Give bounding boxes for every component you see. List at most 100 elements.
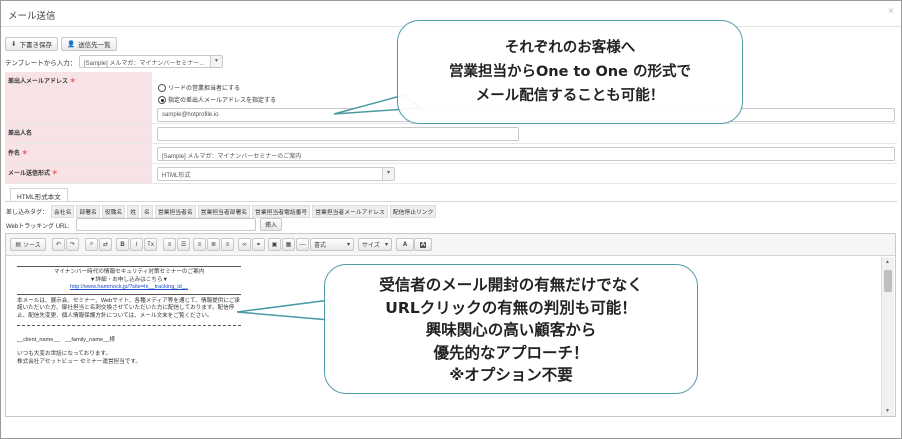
merge-tags-bar: 差し込みタグ： 会社名 部署名 役職名 姓 名 営業担当者名 営業担当者部署名 …	[6, 205, 438, 218]
align-left-icon[interactable]: ≡	[193, 238, 206, 251]
callout-bottom-line: 興味関心の高い顧客から	[425, 321, 597, 339]
close-icon[interactable]: ×	[888, 6, 894, 17]
web-tracking-input[interactable]	[76, 218, 256, 231]
recipients-list-label: 送信先一覧	[78, 42, 111, 49]
bg-color-button[interactable]: A	[414, 238, 432, 251]
source-button[interactable]: ▤ ソース	[10, 238, 46, 251]
required-mark: ＊	[21, 151, 28, 157]
unlink-icon[interactable]: ⚭	[252, 238, 265, 251]
sender-name-row: 差出人名	[5, 124, 897, 144]
radio-owner[interactable]	[158, 84, 166, 92]
mail-para: 本メールは、展示会、セミナー、Webサイト、各種メディア等を通じて、情報提供にご…	[17, 297, 241, 319]
scroll-down-icon[interactable]: ▼	[885, 408, 890, 414]
callout-top-line: それぞれのお客様へ	[504, 40, 636, 56]
format-select[interactable]: HTML形式 ▾	[157, 167, 395, 181]
callout-top-line: 営業担当からOne to One の形式で	[448, 64, 691, 80]
merge-tag-button[interactable]: 配信停止リンク	[389, 205, 437, 218]
divider	[17, 324, 241, 326]
merge-tag-button[interactable]: 姓	[127, 205, 140, 218]
format-dropdown-label: 書式	[314, 243, 327, 249]
template-select[interactable]: [Sample] メルマガ：マイナンバーセミナー... ▾	[79, 55, 223, 68]
insert-button-label: 挿入	[265, 223, 278, 229]
subject-label: 件名 ＊	[5, 144, 152, 163]
text-color-button[interactable]: A	[396, 238, 414, 251]
format-label: メール送信形式 ＊	[5, 164, 152, 183]
tab-html-body[interactable]: HTML形式本文	[10, 188, 68, 201]
source-label: ソース	[22, 243, 41, 249]
align-center-icon[interactable]: ≣	[207, 238, 220, 251]
size-dropdown[interactable]: サイズ ▾	[358, 238, 392, 251]
required-mark: ＊	[69, 79, 76, 85]
horizontal-rule-icon[interactable]: —	[296, 238, 309, 251]
editor-toolbar: ▤ ソース ↶ ↷ ⌕ ⇄ B I Tx ≡ ☰ ≡ ≣ ≡ ∞ ⚭ ▣ ▦ —…	[6, 234, 895, 256]
find-icon[interactable]: ⌕	[85, 238, 98, 251]
image-icon[interactable]: ▣	[268, 238, 281, 251]
merge-tag-button[interactable]: 役職名	[101, 205, 126, 218]
chevron-down-icon: ▾	[384, 242, 388, 248]
mail-content: マイナンバー時代の情報セキュリティ対策セミナーのご案内 ▼詳細・お申し込みはこち…	[17, 266, 241, 366]
merge-tags-label: 差し込みタグ：	[6, 210, 49, 216]
radio-fixed-label: 指定の差出人メールアドレスを指定する	[168, 98, 277, 104]
source-icon: ▤	[15, 242, 21, 248]
merge-tag-button[interactable]: 営業担当者部署名	[197, 205, 251, 218]
mail-link[interactable]: http://www.hammock.jp/?site=hi__tracking…	[17, 284, 241, 292]
strike-button[interactable]: Tx	[144, 238, 157, 251]
divider	[17, 266, 241, 267]
format-select-value: HTML形式	[162, 173, 191, 179]
mail-cta: ▼詳細・お申し込みはこちら▼	[89, 276, 169, 283]
replace-icon[interactable]: ⇄	[99, 238, 112, 251]
draft-save-button[interactable]: ⬇ 下書き保存	[5, 37, 58, 51]
merge-tag-button[interactable]: 営業担当者メールアドレス	[312, 205, 388, 218]
user-icon: 👤	[67, 41, 76, 48]
merge-tag-button[interactable]: 会社名	[51, 205, 75, 218]
bold-button[interactable]: B	[116, 238, 129, 251]
numbered-list-icon[interactable]: ≡	[163, 238, 176, 251]
subject-input[interactable]: [Sample] メルマガ：マイナンバーセミナーのご案内	[157, 147, 895, 161]
sender-address-label-text: 差出人メールアドレス	[8, 79, 69, 85]
table-icon[interactable]: ▦	[282, 238, 295, 251]
italic-button[interactable]: I	[130, 238, 143, 251]
merge-tag-button[interactable]: 営業担当者名	[154, 205, 196, 218]
merge-tag-button[interactable]: 部署名	[76, 205, 100, 218]
mail-greeting-2: 株式会社アセットビュー セミナー運営担当です。	[17, 358, 141, 365]
draft-save-label: 下書き保存	[19, 42, 52, 49]
scroll-up-icon[interactable]: ▲	[885, 259, 890, 265]
subject-value: [Sample] メルマガ：マイナンバーセミナーのご案内	[162, 154, 302, 160]
template-label: テンプレートから入力：	[5, 60, 77, 67]
template-select-value: [Sample] メルマガ：マイナンバーセミナー...	[84, 61, 205, 67]
callout-bottom-line: URLクリックの有無の判別も可能！	[385, 298, 637, 317]
web-tracking-label: Webトラッキング URL:	[6, 224, 70, 230]
sender-name-label: 差出人名	[5, 124, 152, 143]
sender-address-value: sample@hotprofile.io	[162, 112, 219, 118]
mail-heading: マイナンバー時代の情報セキュリティ対策セミナーのご案内	[53, 269, 205, 275]
bullet-list-icon[interactable]: ☰	[177, 238, 190, 251]
chevron-down-icon: ▾	[210, 56, 222, 67]
redo-icon[interactable]: ↷	[66, 238, 79, 251]
format-row: メール送信形式 ＊ HTML形式 ▾	[5, 164, 897, 184]
sender-name-input[interactable]	[157, 127, 519, 141]
sender-address-label: 差出人メールアドレス ＊	[5, 72, 152, 123]
format-dropdown[interactable]: 書式 ▾	[310, 238, 354, 251]
download-icon: ⬇	[11, 41, 17, 48]
radio-fixed[interactable]	[158, 96, 166, 104]
subject-label-text: 件名	[8, 151, 21, 157]
undo-icon[interactable]: ↶	[52, 238, 65, 251]
bg-color-label: A	[419, 241, 427, 248]
tab-divider	[5, 201, 897, 202]
editor-scrollbar[interactable]: ▲ ▼	[881, 257, 894, 416]
align-right-icon[interactable]: ≡	[221, 238, 234, 251]
chevron-down-icon: ▾	[346, 242, 350, 248]
callout-bottom: 受信者のメール開封の有無だけでなく URLクリックの有無の判別も可能！ 興味関心…	[324, 264, 698, 394]
recipients-list-button[interactable]: 👤 送信先一覧	[61, 37, 117, 51]
scrollbar-thumb[interactable]	[884, 270, 892, 292]
radio-owner-label: リードの営業担当者にする	[168, 86, 241, 92]
required-mark: ＊	[51, 171, 58, 177]
insert-button[interactable]: 挿入	[260, 218, 283, 231]
merge-tag-button[interactable]: 営業担当者電話番号	[252, 205, 311, 218]
merge-tag-button[interactable]: 名	[141, 205, 153, 218]
size-dropdown-label: サイズ	[362, 243, 380, 249]
link-icon[interactable]: ∞	[238, 238, 251, 251]
callout-bottom-line: ※オプション不要	[449, 366, 573, 384]
format-label-text: メール送信形式	[8, 171, 51, 177]
subject-row: 件名 ＊ [Sample] メルマガ：マイナンバーセミナーのご案内	[5, 144, 897, 164]
